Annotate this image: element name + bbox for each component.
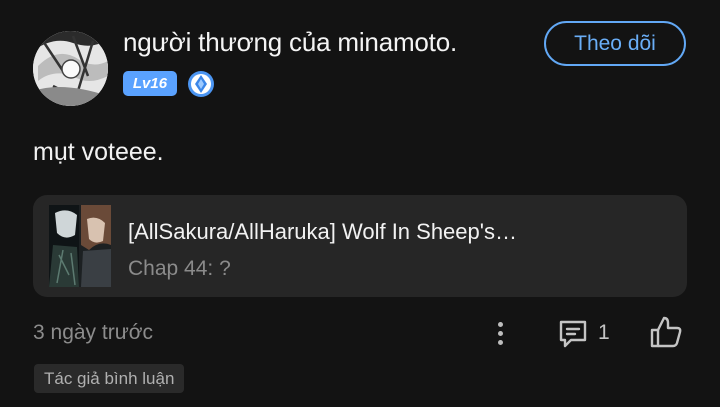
story-card[interactable]: [AllSakura/AllHaruka] Wolf In Sheep's Cl… (33, 195, 687, 297)
username[interactable]: người thương của minamoto. (123, 27, 457, 58)
author-comment-tag: Tác giả bình luận (34, 364, 185, 393)
thumbs-up-icon (650, 316, 682, 348)
more-options-icon[interactable] (486, 316, 514, 350)
user-avatar[interactable] (33, 31, 108, 106)
comment-bubble-icon (559, 320, 587, 348)
blue-crystal-badge-icon (187, 70, 215, 98)
story-cover-image (49, 205, 111, 287)
story-chapter: Chap 44: ? (128, 257, 231, 280)
like-button[interactable] (648, 314, 684, 350)
reply-count: 1 (598, 321, 610, 344)
story-title[interactable]: [AllSakura/AllHaruka] Wolf In Sheep's Cl… (128, 219, 518, 245)
reply-button[interactable]: 1 (556, 315, 610, 351)
comment-timestamp: 3 ngày trước (33, 321, 154, 344)
avatar-image (33, 31, 108, 106)
level-badge: Lv16 (123, 71, 177, 96)
follow-button[interactable]: Theo dõi (544, 21, 686, 66)
comment-text: mụt voteee. (33, 138, 164, 166)
